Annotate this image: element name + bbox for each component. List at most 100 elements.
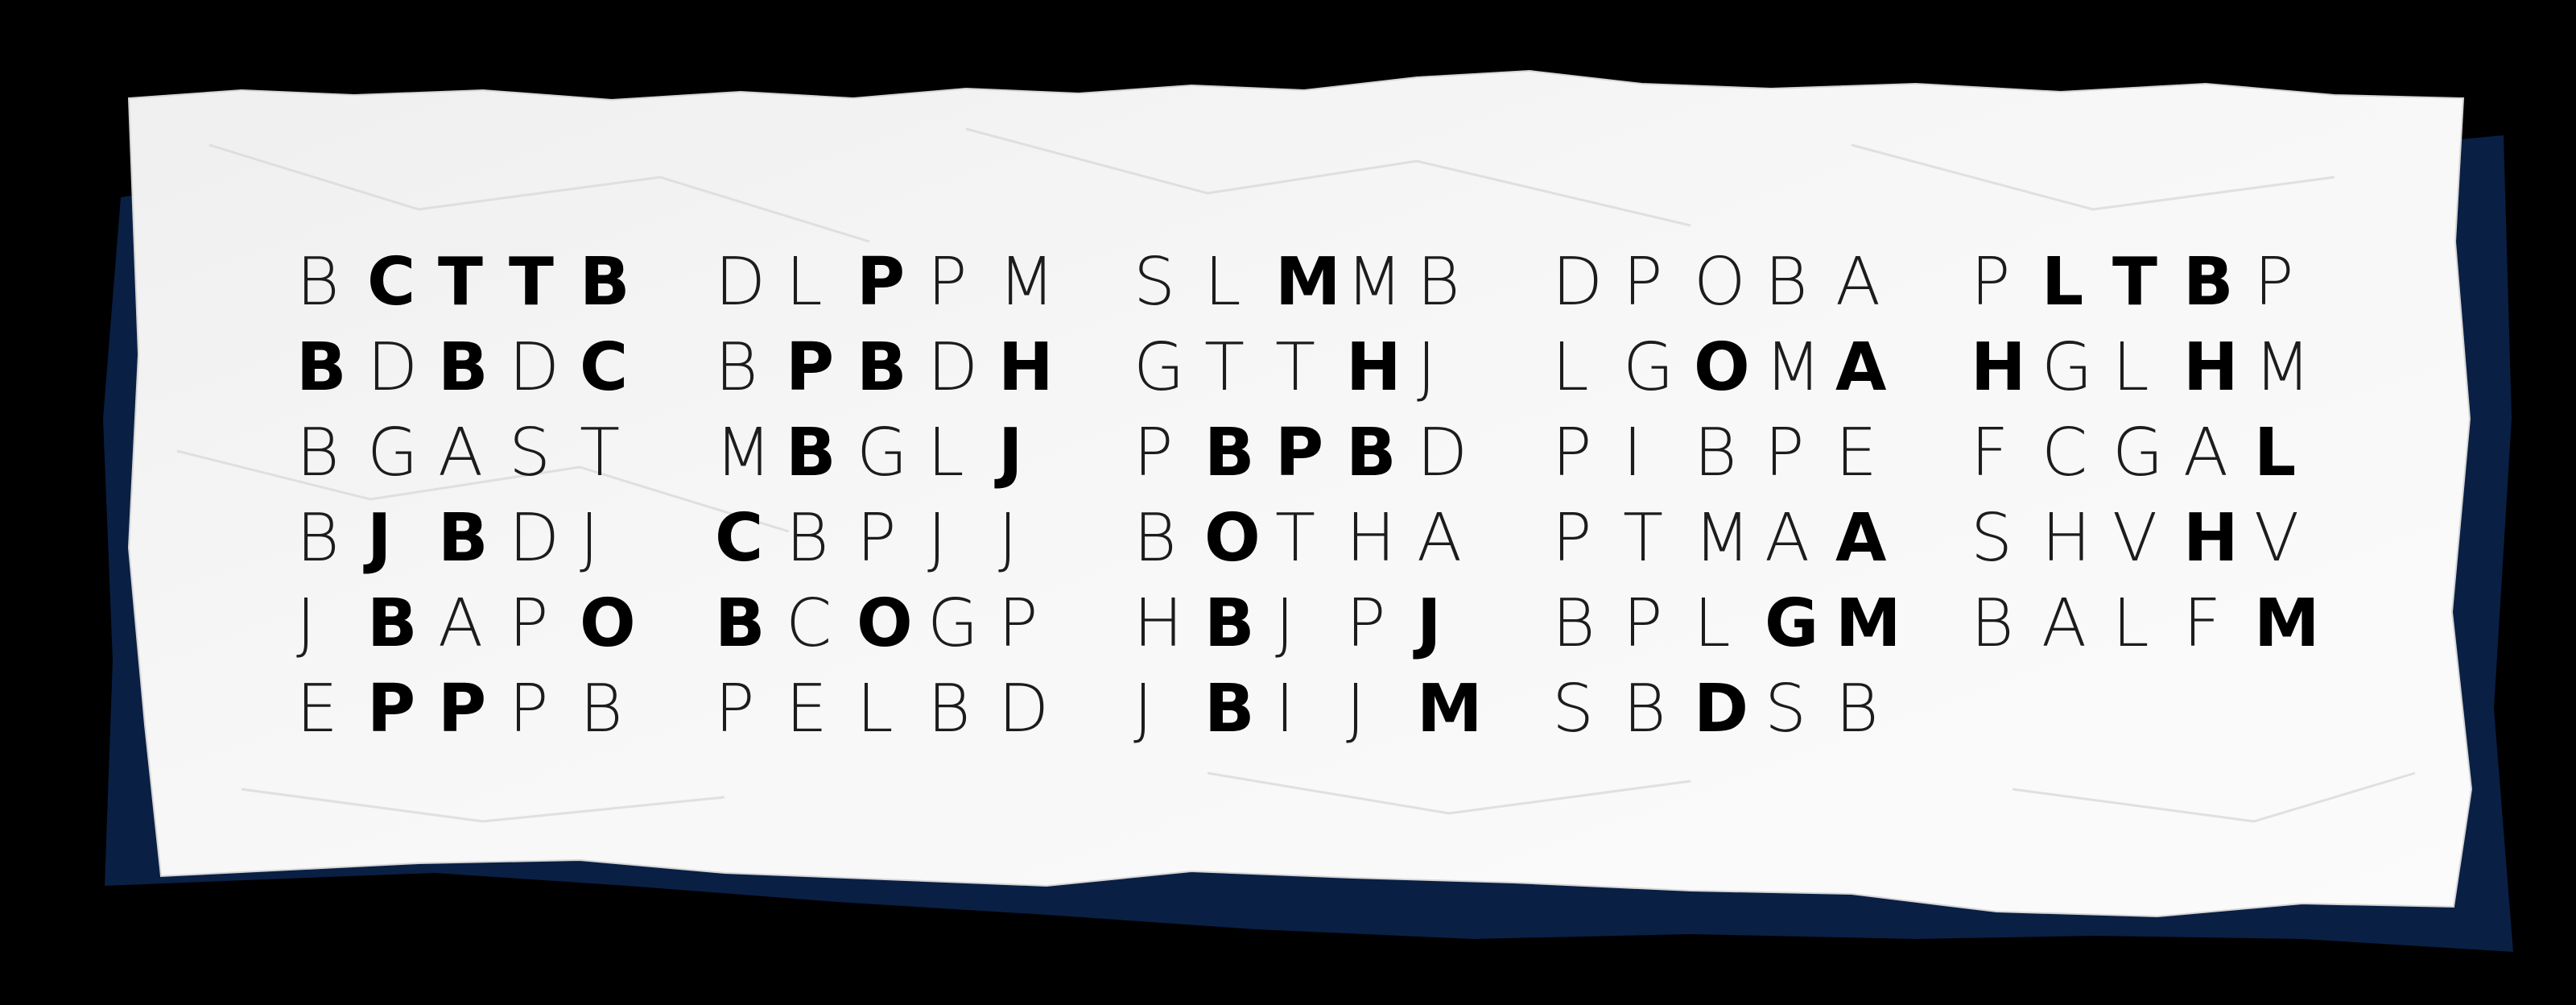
bold-letter: G (1765, 585, 1819, 662)
light-letter: A (2183, 415, 2229, 491)
letter-block: SLMMBGTTHJPBPBDBOTHAHBJPJJBIJM (1133, 240, 1552, 755)
bold-letter: B (438, 500, 489, 577)
light-letter: B (1552, 585, 1596, 662)
letter-row: BPLGM (1552, 581, 1971, 667)
bold-letter: H (1971, 329, 2026, 406)
light-letter: D (509, 500, 560, 577)
bold-letter: O (857, 585, 913, 662)
letter-row: BGAST (296, 411, 715, 496)
letter-row: JBIJM (1133, 667, 1552, 752)
letter-block: DPOBALGOMAPIBPEPTMAABPLGMSBDSB (1552, 240, 1971, 755)
letter-row: LGOMA (1552, 325, 1971, 411)
letter-row: BCOGP (715, 581, 1133, 667)
light-letter: A (2041, 585, 2087, 662)
light-letter: H (1133, 585, 1183, 662)
light-letter: J (1346, 671, 1366, 747)
light-letter: M (998, 244, 1055, 321)
bold-letter: M (1275, 244, 1341, 321)
light-letter: L (1552, 329, 1589, 406)
light-letter: I (1275, 671, 1295, 747)
bold-letter: P (857, 244, 906, 321)
light-letter: J (1133, 671, 1154, 747)
light-letter: M (1765, 329, 1822, 406)
bold-letter: O (1204, 500, 1261, 577)
light-letter: J (927, 500, 947, 577)
letter-block: DLPPMBPBDHMBGLJCBPJJBCOGPPELBD (715, 240, 1133, 755)
bold-letter: B (438, 329, 489, 406)
light-letter: S (1133, 244, 1176, 321)
light-letter: T (1275, 329, 1316, 406)
light-letter: P (998, 585, 1038, 662)
light-letter: P (857, 500, 897, 577)
light-letter: B (715, 329, 758, 406)
bold-letter: C (580, 329, 629, 406)
letter-row: PLTBP (1971, 240, 2389, 325)
bold-letter: P (367, 671, 416, 747)
light-letter: D (1417, 415, 1468, 491)
letter-row: BPBDH (715, 325, 1133, 411)
light-letter: F (1971, 415, 2009, 491)
letter-row: PIBPE (1552, 411, 1971, 496)
light-letter: A (438, 585, 484, 662)
light-letter: P (1623, 585, 1663, 662)
light-letter: G (367, 415, 419, 491)
light-letter: T (1275, 500, 1316, 577)
bold-letter: B (786, 415, 836, 491)
bold-letter: B (296, 329, 347, 406)
light-letter: P (1552, 500, 1592, 577)
light-letter: A (1765, 500, 1810, 577)
letter-row: BCTTB (296, 240, 715, 325)
letter-row: CBPJJ (715, 496, 1133, 581)
letter-row: FCGAL (1971, 411, 2389, 496)
letter-grid: BCTTBBDBDCBGASTBJBDJJBAPOEPPPBDLPPMBPBDH… (296, 240, 2325, 755)
light-letter: B (296, 500, 340, 577)
bold-letter: B (1204, 585, 1255, 662)
bold-letter: T (438, 244, 483, 321)
light-letter: T (1623, 500, 1664, 577)
letter-row: JBAPO (296, 581, 715, 667)
light-letter: J (296, 585, 316, 662)
light-letter: E (296, 671, 338, 747)
light-letter: P (1765, 415, 1805, 491)
light-letter: B (1971, 585, 2014, 662)
light-letter: M (715, 415, 772, 491)
bold-letter: J (1417, 585, 1442, 662)
bold-letter: L (2254, 415, 2297, 491)
bold-letter: T (2112, 244, 2157, 321)
light-letter: P (1133, 415, 1174, 491)
light-letter: H (2041, 500, 2091, 577)
light-letter: P (509, 671, 549, 747)
light-letter: G (1133, 329, 1185, 406)
bold-letter: A (1835, 329, 1887, 406)
bold-letter: B (857, 329, 907, 406)
light-letter: S (1971, 500, 2013, 577)
light-letter: L (2112, 329, 2149, 406)
bold-letter: H (2183, 500, 2239, 577)
light-letter: L (857, 671, 894, 747)
letter-row: BALFM (1971, 581, 2389, 667)
light-letter: F (2183, 585, 2222, 662)
light-letter: B (1133, 500, 1177, 577)
light-letter: P (1346, 585, 1386, 662)
bold-letter: B (1204, 415, 1255, 491)
light-letter: J (1417, 329, 1437, 406)
light-letter: G (1623, 329, 1674, 406)
light-letter: L (927, 415, 964, 491)
light-letter: P (927, 244, 968, 321)
bold-letter: H (998, 329, 1054, 406)
letter-row: DLPPM (715, 240, 1133, 325)
light-letter: G (2041, 329, 2093, 406)
light-letter: E (786, 671, 828, 747)
light-letter: B (1835, 671, 1879, 747)
light-letter: B (296, 244, 340, 321)
light-letter: S (509, 415, 551, 491)
bold-letter: O (580, 585, 636, 662)
letter-row: SLMMB (1133, 240, 1552, 325)
letter-row: BOTHA (1133, 496, 1552, 581)
light-letter: S (1765, 671, 1807, 747)
light-letter: P (1971, 244, 2011, 321)
light-letter: T (1204, 329, 1245, 406)
light-letter: G (857, 415, 908, 491)
light-letter: D (367, 329, 419, 406)
bold-letter: C (715, 500, 764, 577)
